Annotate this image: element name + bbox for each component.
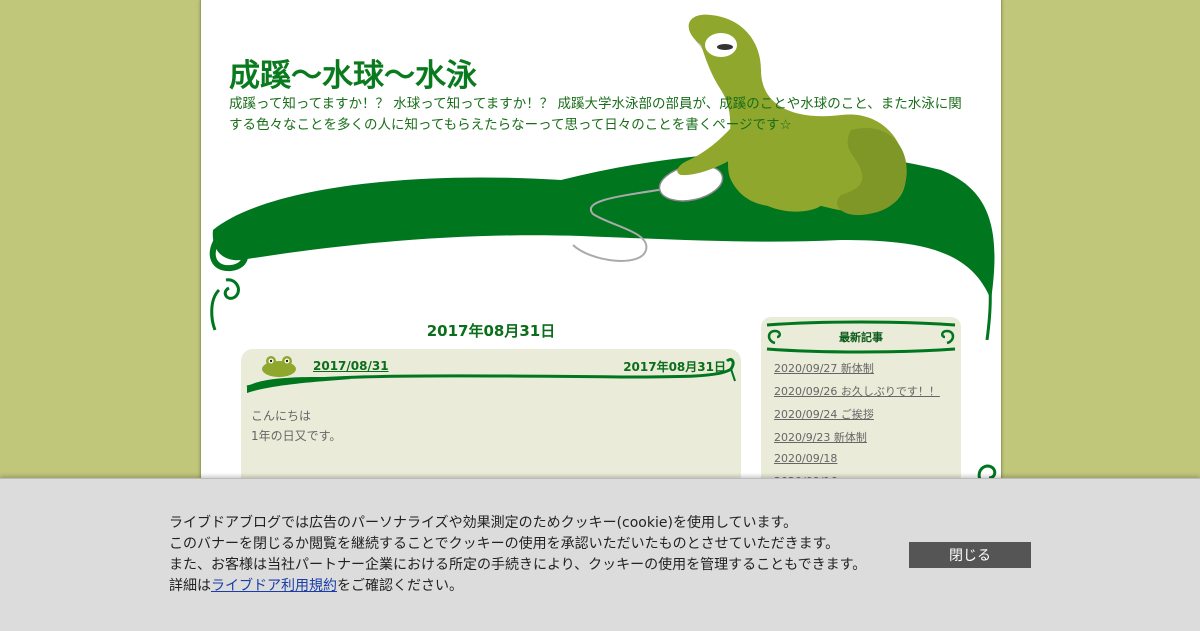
vine-stem-left [210, 288, 221, 331]
cookie-line: ライブドアブログでは広告のパーソナライズや効果測定のためクッキー(cookie)… [169, 515, 798, 531]
cookie-line-prefix: 詳細は [169, 578, 211, 594]
cookie-line: また、お客様は当社パートナー企業における所定の手続きにより、クッキーの使用を管理… [169, 557, 867, 573]
recent-post-link[interactable]: 2020/09/26 お久しぶりです！！ [774, 385, 940, 398]
cookie-line: このバナーを閉じるか閲覧を継続することでクッキーの使用を承認いただいたものとさせ… [169, 536, 840, 552]
article-title-link[interactable]: 2017/08/31 [313, 359, 389, 373]
recent-posts-title: 最新記事 [839, 331, 883, 344]
cookie-notice-text: ライブドアブログでは広告のパーソナライズや効果測定のためクッキー(cookie)… [169, 513, 866, 597]
article-line: 1年の日又です。 [251, 429, 342, 443]
article-date: 2017年08月31日 [623, 360, 726, 374]
terms-link[interactable]: ライブドア利用規約 [211, 578, 337, 594]
list-item: 2020/09/18 [774, 452, 940, 475]
recent-post-link[interactable]: 2020/09/24 ご挨拶 [774, 408, 874, 421]
recent-post-link[interactable]: 2020/09/27 新体制 [774, 362, 874, 375]
date-heading: 2017年08月31日 [426, 322, 556, 340]
small-frog-icon [262, 356, 296, 377]
list-item: 2020/09/24 ご挨拶 [774, 406, 940, 429]
article-card: 2017/08/31 2017年08月31日 こんにちは 1年の日又です。 [241, 349, 741, 489]
list-item: 2020/09/27 新体制 [774, 360, 940, 383]
blog-description: 成蹊って知ってますか！？ 水球って知ってますか！？ 成蹊大学水泳部の部員が、成蹊… [229, 96, 962, 133]
article-line: こんにちは [251, 409, 312, 423]
recent-post-link[interactable]: 2020/9/23 新体制 [774, 431, 867, 444]
recent-posts-box: 最新記事 2020/09/27 新体制 2020/09/26 お久しぶりです！！… [761, 317, 961, 497]
frog-pupil [717, 44, 733, 50]
cookie-line-suffix: をご確認ください。 [337, 578, 463, 594]
recent-post-link[interactable]: 2020/09/18 [774, 452, 837, 465]
list-item: 2020/9/23 新体制 [774, 429, 940, 452]
blog-title[interactable]: 成蹊～水球～水泳 [229, 50, 477, 95]
cookie-consent-banner: ライブドアブログでは広告のパーソナライズや効果測定のためクッキー(cookie)… [0, 478, 1200, 631]
recent-posts-list: 2020/09/27 新体制 2020/09/26 お久しぶりです！！ 2020… [774, 360, 940, 497]
cookie-line: 詳細はライブドア利用規約をご確認ください。 [169, 576, 866, 597]
vine-curl-left-small [223, 278, 240, 300]
list-item: 2020/09/26 お久しぶりです！！ [774, 383, 940, 406]
close-button[interactable]: 閉じる [909, 542, 1031, 568]
article-body: こんにちは 1年の日又です。 [251, 406, 341, 446]
